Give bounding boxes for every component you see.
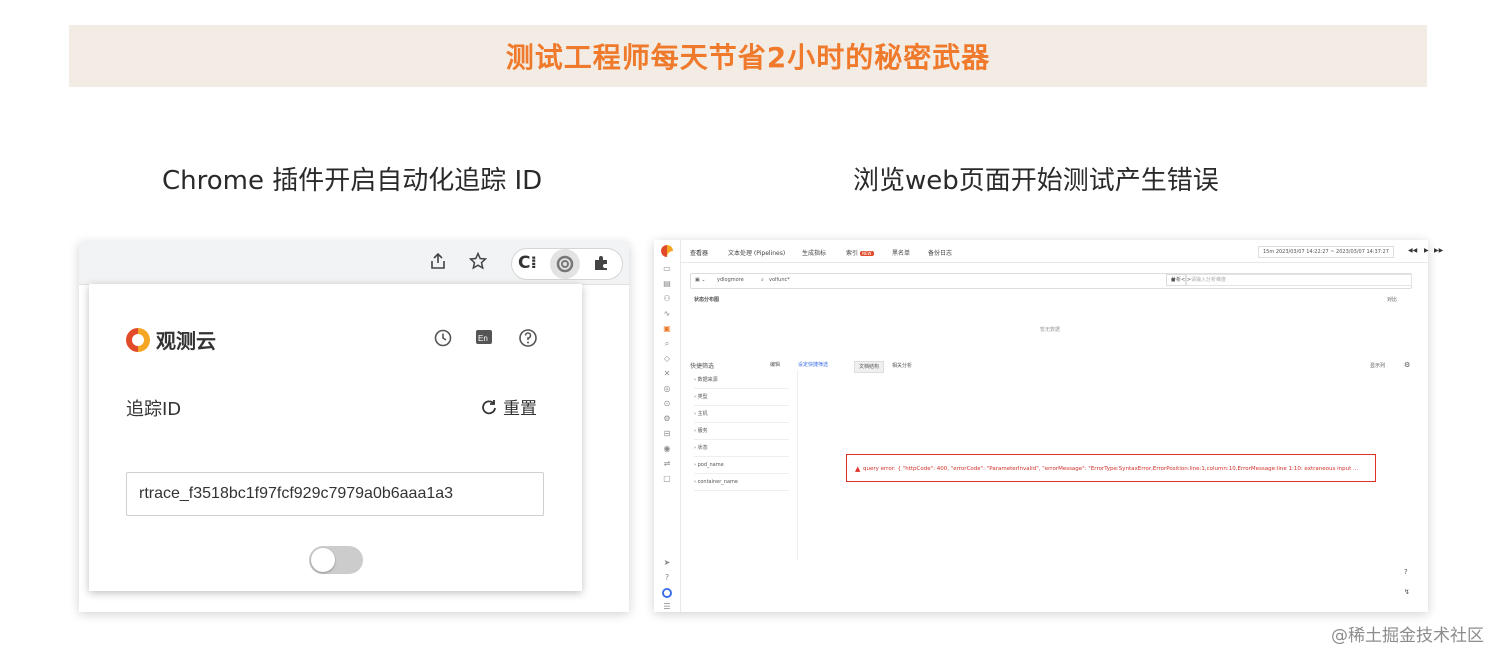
caption-right: 浏览web页面开始测试产生错误 — [853, 166, 1219, 196]
nav-security-icon[interactable]: ◎ — [662, 384, 672, 394]
column-divider — [797, 370, 798, 560]
guance-extension-icon[interactable] — [550, 249, 580, 279]
filter-label: 状态 — [697, 445, 708, 451]
tracking-toggle[interactable] — [309, 546, 363, 574]
logo-text: 观测云 — [156, 329, 216, 353]
settings-gear-icon[interactable]: ⚙ — [1404, 361, 1410, 369]
filter-label: 主机 — [697, 411, 708, 417]
nav-events-icon[interactable]: ⚙ — [662, 414, 672, 424]
tab-index[interactable]: 索引 NEW — [846, 248, 874, 257]
nav-infra-icon[interactable]: ⚇ — [662, 294, 672, 304]
tab-generate-metrics[interactable]: 生成指标 — [802, 248, 826, 257]
help-icon[interactable] — [517, 328, 539, 350]
filter-label: 数据来源 — [697, 377, 718, 383]
banner-title: 测试工程师每天节省2小时的秘密武器 — [505, 41, 991, 74]
nav-dashboard-icon[interactable]: ▤ — [662, 279, 672, 289]
filter-item[interactable]: › 主机 — [694, 407, 789, 423]
status-chart-title[interactable]: 状态分布图 — [694, 296, 719, 303]
help-circle-icon[interactable]: ? — [662, 573, 672, 583]
tab-related-analysis[interactable]: 相关分析 — [888, 361, 916, 371]
filter-label: pod_name — [697, 462, 724, 468]
banner: 测试工程师每天节省2小时的秘密武器 — [69, 25, 1427, 87]
history-icon[interactable] — [432, 328, 454, 350]
guance-logo: 观测云 — [126, 325, 216, 354]
chrome-toolbar: C⁞ — [79, 242, 629, 285]
chrome-extension-screenshot: C⁞ 观测云 En 追踪ID 重置 — [79, 242, 629, 612]
play-icon[interactable]: ▶ — [1424, 247, 1429, 254]
puzzle-icon[interactable] — [592, 254, 610, 276]
filter-item[interactable]: › 类型 — [694, 390, 789, 406]
search-input[interactable]: volfunc* — [769, 277, 790, 283]
filter-label: container_name — [697, 479, 738, 485]
rewind-icon[interactable]: ◀◀ — [1408, 247, 1417, 254]
send-icon[interactable]: ➤ — [662, 558, 672, 568]
nav-settings-icon[interactable]: ⇌ — [662, 459, 672, 469]
source-filter-icon[interactable]: ▣ ⌄ — [695, 277, 706, 283]
filter-item[interactable]: › 服务 — [694, 424, 789, 440]
user-avatar-icon[interactable]: ● — [662, 588, 672, 598]
feedback-icon[interactable]: ↯ — [1404, 588, 1410, 596]
search-icon: ⌕ — [761, 277, 764, 283]
guance-logo-icon — [126, 327, 150, 352]
filter-item[interactable]: › 数据来源 — [694, 373, 789, 389]
edit-filter-button[interactable]: 编辑 — [770, 361, 780, 368]
watermark: @稀土掘金技术社区 — [1331, 626, 1484, 646]
filter-item[interactable]: › pod_name — [694, 458, 789, 474]
share-icon[interactable] — [427, 252, 449, 274]
trace-id-input[interactable] — [126, 472, 544, 516]
filter-item[interactable]: › container_name — [694, 475, 789, 491]
reset-label: 重置 — [503, 399, 537, 419]
tab-doc-structure[interactable]: 文档结构 — [854, 361, 885, 373]
nav-integration-icon[interactable]: ▢ — [662, 474, 672, 484]
caption-left: Chrome 插件开启自动化追踪 ID — [162, 166, 543, 196]
top-tabs: 查看器 文本处理 (Pipelines) 生成指标 索引 NEW 黑名单 备份日志… — [680, 240, 1443, 263]
extension-group: C⁞ — [511, 248, 623, 280]
nav-metrics-icon[interactable]: ∿ — [662, 309, 672, 319]
filter-item[interactable]: › 状态 — [694, 441, 789, 457]
quick-filter-title: 快捷筛选 — [690, 363, 715, 370]
reset-button[interactable]: 重置 — [481, 394, 537, 419]
webapp-screenshot: ▭ ▤ ⚇ ∿ ▣ ⌕ ◇ ✕ ◎ ⊙ ⚙ ⊟ ◉ ⇌ ▢ ➤ ? ● ☰ 查看… — [654, 240, 1443, 612]
nav-logs-icon[interactable]: ▣ — [662, 324, 672, 334]
time-range-picker[interactable]: 15m 2023/03/07 14:22:27 ~ 2023/03/07 14:… — [1258, 246, 1394, 258]
app-logo-icon — [661, 245, 679, 263]
nav-rum-icon[interactable]: ◇ — [662, 354, 672, 364]
nav-synthetic-icon[interactable]: ✕ — [662, 369, 672, 379]
analysis-input[interactable]: 请输入分析维度 — [1186, 274, 1412, 286]
compare-toggle[interactable]: 对比 — [1387, 296, 1397, 303]
refresh-icon — [482, 399, 496, 414]
new-badge: NEW — [860, 251, 874, 256]
tab-pipelines[interactable]: 文本处理 (Pipelines) — [728, 248, 785, 257]
nav-alert-icon[interactable]: ◉ — [662, 444, 672, 454]
star-icon[interactable] — [467, 251, 489, 274]
extension-popup: 观测云 En 追踪ID 重置 — [89, 284, 582, 591]
nav-ci-icon[interactable]: ⊙ — [662, 399, 672, 409]
svg-text:En: En — [478, 334, 488, 343]
nav-apm-icon[interactable]: ⌕ — [662, 339, 672, 349]
tab-viewer[interactable]: 查看器 — [690, 248, 708, 257]
language-icon[interactable]: En — [475, 328, 497, 350]
nav-management-icon[interactable]: ⊟ — [662, 429, 672, 439]
query-error-box: ▲ query error: { "httpCode": 400, "error… — [846, 454, 1376, 482]
nav-monitor-icon[interactable]: ▭ — [662, 264, 672, 274]
source-select[interactable]: ydlogmore — [717, 277, 744, 283]
warning-icon: ▲ — [855, 465, 861, 473]
error-message: query error: { "httpCode": 400, "errorCo… — [863, 466, 1359, 472]
trace-id-label: 追踪ID — [126, 399, 182, 420]
tab-index-label: 索引 — [846, 250, 859, 257]
extension-c-icon[interactable]: C⁞ — [518, 253, 537, 273]
filter-label: 服务 — [697, 428, 708, 434]
filter-label: 类型 — [697, 394, 708, 400]
tab-blacklist[interactable]: 黑名单 — [892, 248, 910, 257]
set-quick-filter-link[interactable]: 设定快捷筛选 — [798, 361, 828, 368]
forward-icon[interactable]: ▶▶ — [1434, 247, 1443, 254]
help-float-icon[interactable]: ? — [1404, 568, 1408, 576]
empty-data-text: 暂无数据 — [1040, 327, 1061, 333]
collapse-menu-icon[interactable]: ☰ — [662, 602, 672, 612]
tab-backup-logs[interactable]: 备份日志 — [928, 248, 952, 257]
analysis-button[interactable]: 分析 — [1166, 274, 1186, 286]
display-columns-button[interactable]: 显示列 — [1370, 362, 1385, 369]
app-sidebar: ▭ ▤ ⚇ ∿ ▣ ⌕ ◇ ✕ ◎ ⊙ ⚙ ⊟ ◉ ⇌ ▢ ➤ ? ● ☰ — [654, 240, 681, 612]
